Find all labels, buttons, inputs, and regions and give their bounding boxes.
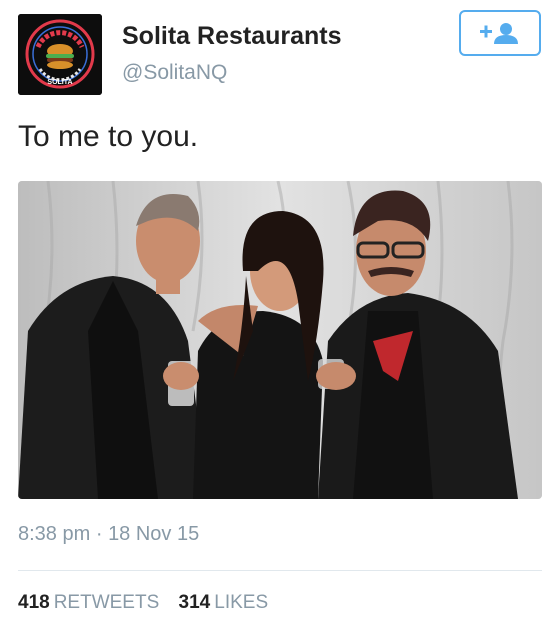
retweets-label: RETWEETS	[53, 592, 160, 613]
photo-image	[18, 181, 542, 499]
likes-count: 314	[178, 592, 211, 613]
tweet-text: To me to you.	[18, 120, 199, 153]
tweet-date: 18 Nov 15	[108, 523, 200, 545]
tweet-card: SOLITA Solita Restaurants @SolitaNQ To m…	[0, 0, 560, 619]
timestamp-separator: ·	[95, 523, 103, 545]
likes-stat[interactable]: 314 LIKES	[179, 592, 269, 614]
user-handle[interactable]: @SolitaNQ	[122, 61, 227, 85]
add-user-icon	[480, 23, 518, 44]
tweet-timestamp[interactable]: 8:38 pm · 18 Nov 15	[18, 523, 199, 546]
divider	[18, 570, 542, 571]
likes-label: LIKES	[214, 592, 269, 613]
tweet-stats: 418 RETWEETS 314 LIKES	[18, 592, 282, 614]
retweets-stat[interactable]: 418 RETWEETS	[18, 592, 159, 614]
avatar-text: SOLITA	[47, 79, 72, 86]
restaurant-logo-icon: SOLITA	[18, 14, 102, 95]
tweet-photo[interactable]	[18, 181, 542, 499]
tweet-time: 8:38 pm	[18, 523, 91, 545]
display-name[interactable]: Solita Restaurants	[122, 22, 342, 51]
retweets-count: 418	[18, 592, 50, 613]
follow-button[interactable]	[459, 10, 541, 56]
avatar[interactable]: SOLITA	[18, 14, 102, 95]
